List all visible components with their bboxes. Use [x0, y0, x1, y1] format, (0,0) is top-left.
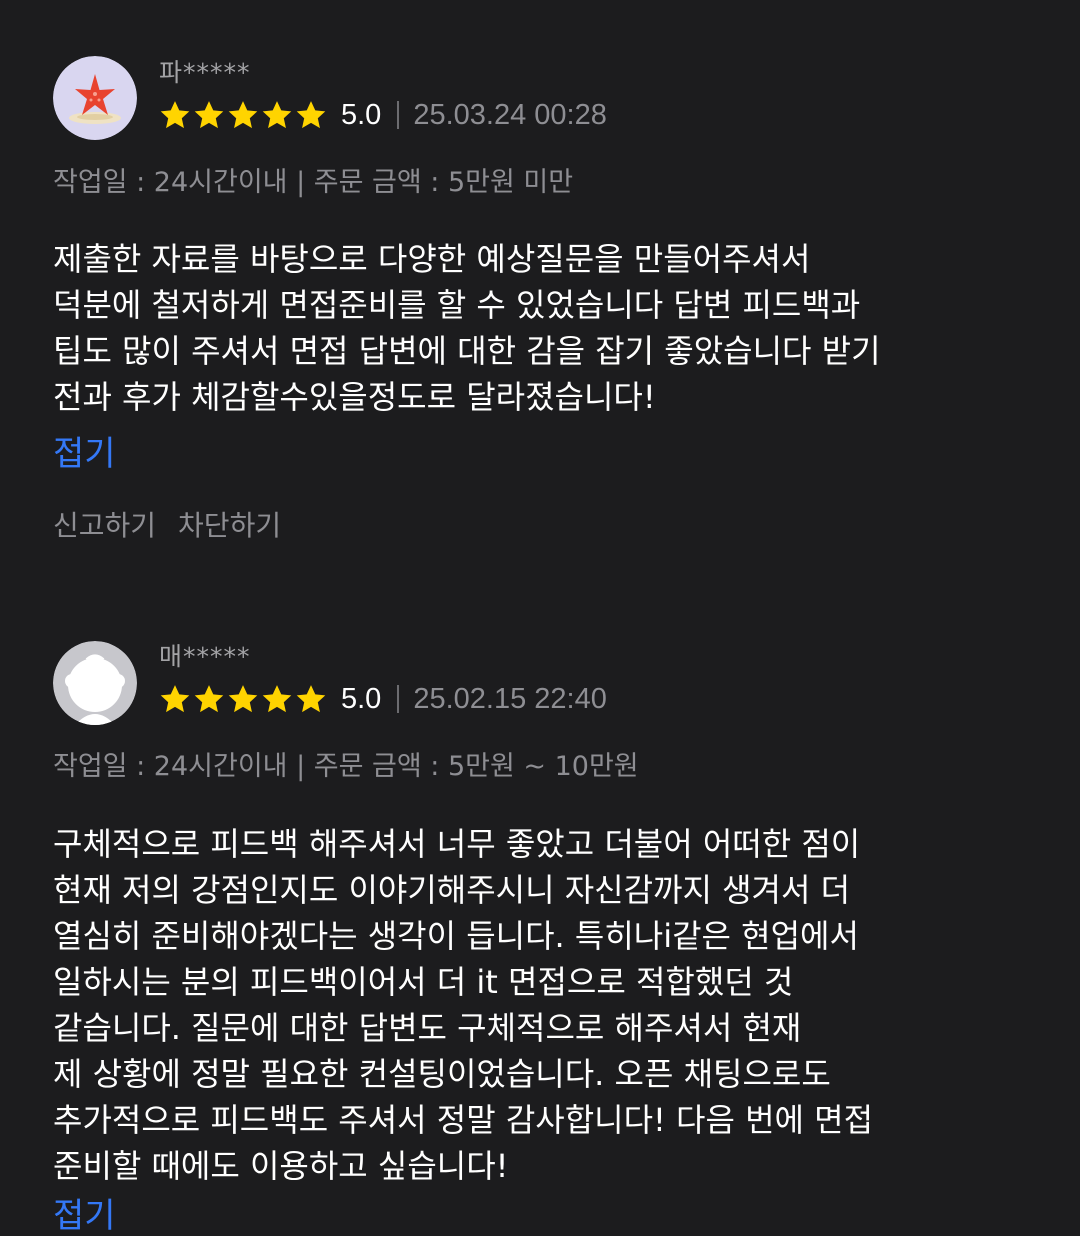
star-icon — [296, 685, 326, 713]
review-actions: 신고하기 차단하기 — [53, 509, 281, 543]
review-body-line: 준비할 때에도 이용하고 싶습니다! — [53, 1147, 509, 1185]
review-body-line: 현재 저의 강점인지도 이야기해주시니 자신감까지 생겨서 더 — [53, 871, 851, 909]
review-body-line: 제출한 자료를 바탕으로 다양한 예상질문을 만들어주셔서 — [53, 240, 811, 278]
collapse-link[interactable]: 접기 — [53, 1196, 116, 1236]
star-icon — [296, 101, 326, 129]
review-body-line: 같습니다. 질문에 대한 답변도 구체적으로 해주셔서 현재 — [53, 1009, 802, 1047]
review-date: 25.02.15 22:40 — [413, 682, 607, 715]
star-icon — [228, 101, 258, 129]
avatar[interactable] — [53, 641, 137, 725]
review-body-line: 전과 후가 체감할수있을정도로 달라졌습니다! — [53, 378, 656, 416]
star-icon — [194, 101, 224, 129]
star-rating — [159, 683, 327, 715]
order-info: 작업일 : 24시간이내 | 주문 금액 : 5만원 ~ 10만원 — [53, 751, 639, 782]
review-body-line: 팁도 많이 주셔서 면접 답변에 대한 감을 잡기 좋았습니다 받기 — [53, 332, 881, 370]
review-date: 25.03.24 00:28 — [413, 98, 607, 131]
star-icon — [228, 685, 258, 713]
star-icon — [262, 101, 292, 129]
reviewer-name: 매***** — [159, 642, 251, 671]
review-body-line: 열심히 준비해야겠다는 생각이 듭니다. 특히나i같은 현업에서 — [53, 917, 859, 955]
reviewer-name: 파***** — [159, 58, 251, 87]
star-icon — [194, 685, 224, 713]
review-body-line: 제 상황에 정말 필요한 컨설팅이었습니다. 오픈 채팅으로도 — [53, 1055, 831, 1093]
divider — [397, 685, 400, 713]
review-body: 구체적으로 피드백 해주셔서 너무 좋았고 더불어 어떠한 점이 현재 저의 강… — [53, 821, 1013, 1189]
rating-row: 5.0 25.03.24 00:28 — [159, 95, 607, 135]
review-body-line: 추가적으로 피드백도 주셔서 정말 감사합니다! 다음 번에 면접 — [53, 1101, 874, 1139]
review-body-line: 덕분에 철저하게 면접준비를 할 수 있었습니다 답변 피드백과 — [53, 286, 861, 324]
review-body-line: 일하시는 분의 피드백이어서 더 it 면접으로 적합했던 것 — [53, 963, 794, 1001]
star-rating — [159, 99, 327, 131]
rating-row: 5.0 25.02.15 22:40 — [159, 679, 607, 719]
rating-score: 5.0 — [341, 682, 382, 715]
star-icon — [160, 685, 190, 713]
default-profile-avatar-icon — [53, 641, 137, 725]
review-body-line: 구체적으로 피드백 해주셔서 너무 좋았고 더불어 어떠한 점이 — [53, 825, 861, 863]
report-button[interactable]: 신고하기 — [53, 509, 156, 543]
rating-score: 5.0 — [341, 98, 382, 131]
starfish-avatar-icon — [53, 56, 137, 140]
divider — [397, 101, 400, 129]
star-icon — [160, 101, 190, 129]
review-body: 제출한 자료를 바탕으로 다양한 예상질문을 만들어주셔서 덕분에 철저하게 면… — [53, 236, 1013, 420]
star-icon — [262, 685, 292, 713]
block-button[interactable]: 차단하기 — [178, 509, 281, 543]
collapse-link[interactable]: 접기 — [53, 434, 116, 474]
order-info: 작업일 : 24시간이내 | 주문 금액 : 5만원 미만 — [53, 167, 574, 198]
avatar[interactable] — [53, 56, 137, 140]
